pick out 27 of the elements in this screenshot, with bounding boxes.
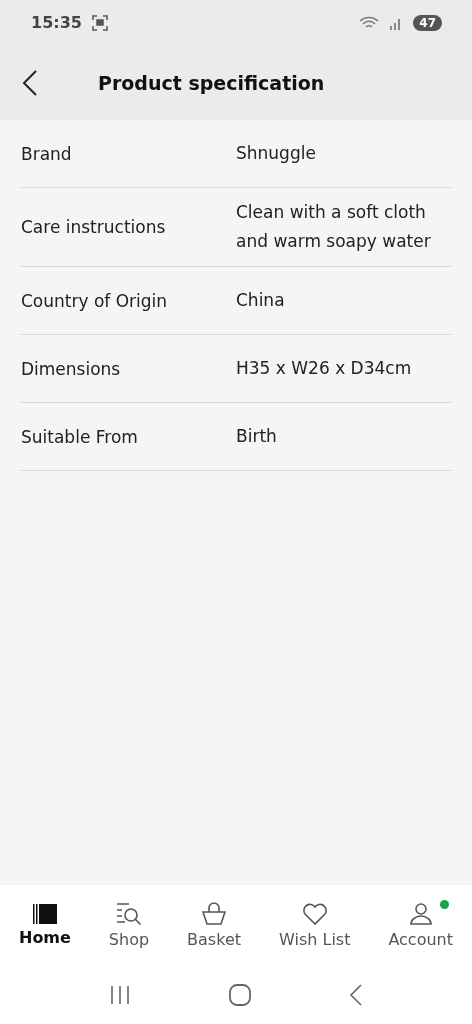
status-time: 15:35 [31,13,82,32]
person-icon [408,901,433,926]
nav-tab[interactable]: Basket [187,901,241,949]
battery-level: 47 [413,14,442,31]
spec-label: Country of Origin [21,290,169,311]
heart-icon [301,901,328,926]
spec-value: Birth [236,425,278,448]
screenshot-icon [91,14,108,31]
spec-value: Clean with a soft cloth and warm soapy water [236,201,432,253]
home-icon [32,903,57,924]
back-button[interactable] [349,983,363,1006]
spec-value: Shnuggle [236,142,317,165]
home-button[interactable] [229,983,251,1006]
spec-label: Dimensions [21,358,122,379]
page-title: Product specification [98,71,326,94]
spec-label: Suitable From [21,426,139,447]
spec-value: H35 x W26 x D34cm [236,357,413,380]
nav-tab[interactable]: Shop [108,901,150,949]
spec-label: Care instructions [21,217,167,237]
recent-apps-button[interactable] [109,984,131,1005]
spec-value: China [236,289,286,312]
nav-tab[interactable]: Wish List [279,901,351,949]
basket-icon [202,901,227,926]
search-icon [116,901,142,926]
nav-tab[interactable]: Account [388,901,453,949]
spec-label: Brand [21,143,73,164]
nav-tab[interactable]: Home [19,903,71,947]
